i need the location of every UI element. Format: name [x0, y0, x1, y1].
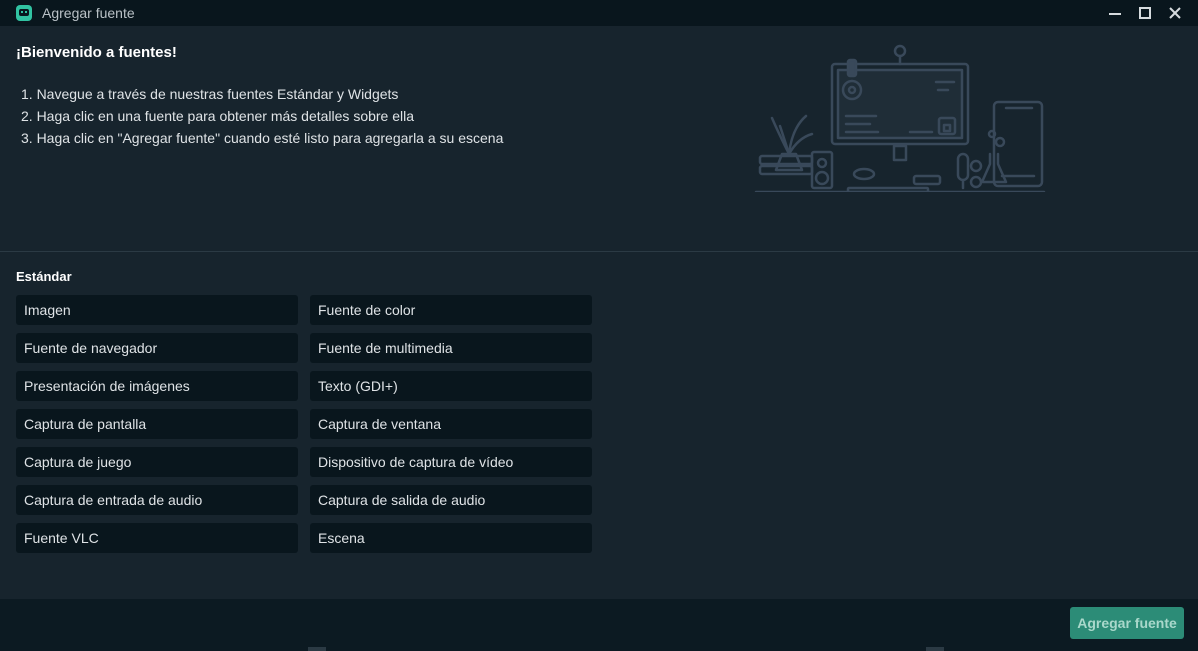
source-text-gdi-button[interactable]: Texto (GDI+) [310, 371, 592, 401]
resize-handle [308, 647, 326, 651]
welcome-step: 1. Navegue a través de nuestras fuentes … [21, 86, 399, 102]
resize-handle [926, 647, 944, 651]
source-imagen-button[interactable]: Imagen [16, 295, 298, 325]
source-scene-button[interactable]: Escena [310, 523, 592, 553]
desk-setup-illustration [754, 44, 1046, 192]
welcome-step: 2. Haga clic en una fuente para obtener … [21, 108, 415, 124]
window-controls [1100, 0, 1190, 26]
welcome-step: 3. Haga clic en "Agregar fuente" cuando … [21, 130, 504, 146]
source-video-device-button[interactable]: Dispositivo de captura de vídeo [310, 447, 592, 477]
welcome-panel: ¡Bienvenido a fuentes! 1. Navegue a trav… [0, 26, 1198, 252]
minimize-icon [1109, 13, 1121, 15]
welcome-steps: 1. Navegue a través de nuestras fuentes … [21, 83, 503, 149]
source-audio-input-button[interactable]: Captura de entrada de audio [16, 485, 298, 515]
minimize-button[interactable] [1100, 0, 1130, 26]
source-slideshow-button[interactable]: Presentación de imágenes [16, 371, 298, 401]
footer-bar: Agregar fuente [0, 599, 1198, 651]
source-browser-button[interactable]: Fuente de navegador [16, 333, 298, 363]
close-icon [1169, 7, 1181, 19]
close-button[interactable] [1160, 0, 1190, 26]
source-window-capture-button[interactable]: Captura de ventana [310, 409, 592, 439]
window-title: Agregar fuente [42, 5, 135, 21]
source-media-button[interactable]: Fuente de multimedia [310, 333, 592, 363]
standard-section-title: Estándar [16, 269, 72, 284]
source-game-capture-button[interactable]: Captura de juego [16, 447, 298, 477]
source-vlc-button[interactable]: Fuente VLC [16, 523, 298, 553]
app-logo-icon [16, 5, 32, 21]
maximize-icon [1139, 7, 1151, 19]
standard-sources-grid: Imagen Fuente de color Fuente de navegad… [16, 295, 592, 553]
welcome-heading: ¡Bienvenido a fuentes! [16, 44, 177, 61]
maximize-button[interactable] [1130, 0, 1160, 26]
source-audio-output-button[interactable]: Captura de salida de audio [310, 485, 592, 515]
source-color-button[interactable]: Fuente de color [310, 295, 592, 325]
add-source-button[interactable]: Agregar fuente [1070, 607, 1184, 639]
source-display-capture-button[interactable]: Captura de pantalla [16, 409, 298, 439]
title-bar: Agregar fuente [0, 0, 1198, 26]
